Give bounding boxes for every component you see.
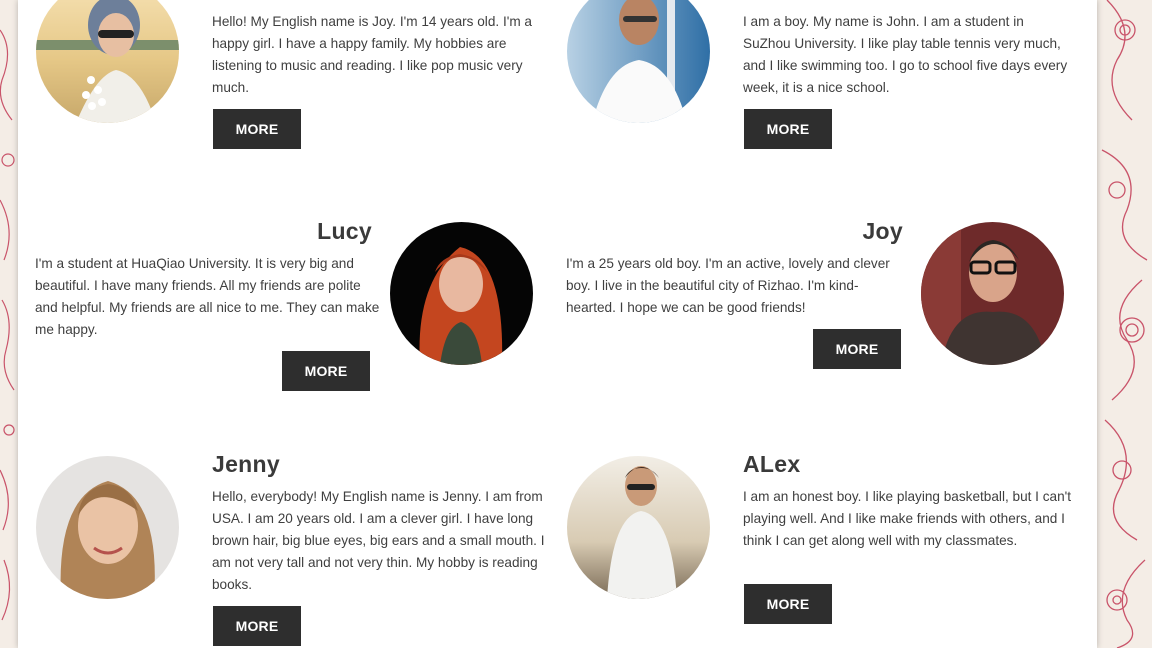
profile-photo-alex xyxy=(567,456,710,599)
profile-photo-lucy xyxy=(390,222,533,365)
more-button[interactable]: MORE xyxy=(213,109,301,149)
profile-bio: I'm a student at HuaQiao University. It … xyxy=(35,256,380,337)
more-button[interactable]: MORE xyxy=(213,606,301,646)
more-button[interactable]: MORE xyxy=(744,584,832,624)
profile-photo-joy xyxy=(921,222,1064,365)
profile-name: Jenny xyxy=(212,451,280,477)
profile-bio: I'm a 25 years old boy. I'm an active, l… xyxy=(566,256,890,315)
more-button[interactable]: MORE xyxy=(744,109,832,149)
profile-name: ALex xyxy=(743,451,801,477)
profile-name: Joy xyxy=(862,218,903,244)
more-button[interactable]: MORE xyxy=(813,329,901,369)
profile-bio: I am a boy. My name is John. I am a stud… xyxy=(743,14,1068,95)
profile-bio: Hello, everybody! My English name is Jen… xyxy=(212,489,545,592)
more-button[interactable]: MORE xyxy=(282,351,370,391)
profile-photo-jenny xyxy=(36,456,179,599)
profile-name: Lucy xyxy=(317,218,372,244)
profile-bio: Hello! My English name is Joy. I'm 14 ye… xyxy=(212,14,532,95)
floral-background-right xyxy=(1097,0,1152,648)
profile-bio: I am an honest boy. I like playing baske… xyxy=(743,489,1072,548)
floral-background-left xyxy=(0,0,18,648)
